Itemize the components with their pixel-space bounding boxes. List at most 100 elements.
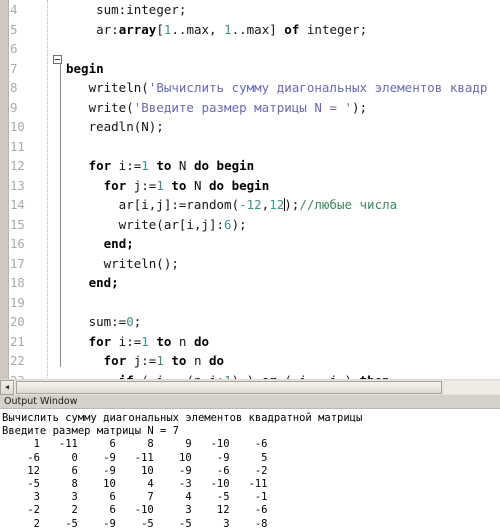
code-token-kw: to [156, 158, 172, 173]
output-matrix-row: -2 2 6 -10 3 12 -6 [2, 504, 268, 517]
code-line[interactable]: 12 for i:=1 to N do begin [0, 156, 500, 176]
code-token-num: 1 [156, 177, 164, 193]
code-line[interactable]: 6 [0, 39, 500, 59]
code-line[interactable]: 22 for j:=1 to n do [0, 351, 500, 371]
code-token-pl: sum: [66, 2, 127, 17]
output-matrix-row: 3 3 6 7 4 -5 -1 [2, 491, 268, 504]
code-text: write('Введите размер матрицы N = '); [66, 98, 367, 118]
output-prompt-line: Введите размер матрицы N = 7 [2, 425, 180, 438]
code-token-pl: sum:= [66, 314, 127, 329]
code-token-num: 1 [141, 333, 149, 349]
code-token-kw: to [156, 333, 172, 349]
code-line[interactable]: 8 writeln('Вычислить сумму диагональных … [0, 78, 500, 98]
output-window: Output Window Вычислить сумму диагональн… [0, 395, 500, 530]
code-token-kw: array [118, 21, 157, 37]
scrollbar-thumb[interactable] [16, 381, 442, 394]
code-token-pl: j:= [126, 177, 157, 193]
line-number: 15 [10, 216, 25, 232]
code-line[interactable]: 18 end; [0, 273, 500, 293]
code-line[interactable]: 9 write('Введите размер матрицы N = '); [0, 98, 500, 118]
output-matrix-row: 12 6 -9 10 -9 -6 -2 [2, 464, 268, 477]
line-number: 20 [10, 314, 25, 329]
code-text: for i:=1 to n do [66, 332, 209, 352]
line-number: 6 [10, 41, 18, 56]
code-token-pl: write(ar[i,j]: [66, 216, 225, 232]
code-token-kw: for [103, 177, 127, 193]
code-token-pl: i:= [111, 158, 142, 173]
code-token-kw: for [103, 353, 127, 368]
code-token-pl: N [171, 158, 194, 173]
code-lines-container: 4 sum:integer; 5 ar:array[1..max, 1..max]… [0, 0, 500, 380]
code-token-kw: end; [103, 236, 134, 251]
code-text: end; [66, 273, 119, 293]
code-token-pl: ..max] [231, 21, 285, 37]
line-number: 5 [10, 21, 18, 37]
code-text: ar[i,j]:=random(-12,12);//любые числа [66, 195, 398, 215]
line-number: 8 [10, 80, 18, 95]
code-token-num: 1 [141, 158, 149, 173]
code-token-pl: integer; [306, 21, 368, 37]
code-line[interactable]: 19 [0, 293, 500, 313]
line-number: 22 [10, 353, 25, 368]
output-console-text[interactable]: Вычислить сумму диагональных элементов к… [0, 410, 500, 530]
code-token-pl: ); [231, 216, 247, 232]
code-token-kw: to [171, 177, 187, 193]
line-number: 11 [10, 138, 25, 154]
code-line[interactable]: 7 begin [0, 59, 500, 79]
scroll-left-arrow-icon[interactable]: ◀ [0, 380, 14, 395]
code-line[interactable]: 16 end; [0, 234, 500, 254]
code-token-str: 'Введите размер матрицы N = ' [133, 99, 352, 115]
code-token-pl: n [186, 353, 210, 368]
code-token-com: //любые числа [299, 197, 398, 212]
code-token-pl: ; [133, 314, 142, 329]
code-token-num: 1 [156, 353, 164, 368]
code-token-pl: write( [66, 99, 134, 115]
code-token-pl: N [186, 177, 210, 193]
code-text: writeln('Вычислить сумму диагональных эл… [66, 78, 488, 98]
code-token-num: 1 [224, 21, 232, 37]
code-text: begin [66, 59, 104, 79]
code-line[interactable]: 14 ar[i,j]:=random(-12,12);//любые числа [0, 195, 500, 215]
output-matrix-row: 1 -11 6 8 9 -10 -6 [2, 438, 268, 451]
code-line[interactable]: 21 for i:=1 to n do [0, 332, 500, 352]
code-text: for j:=1 to N do begin [66, 176, 270, 196]
code-line[interactable]: 15 write(ar[i,j]:6); [0, 215, 500, 235]
code-token-pl: j:= [126, 353, 157, 368]
code-token-kw: for [88, 158, 112, 173]
line-number: 12 [10, 158, 25, 173]
code-text: readln(N); [66, 117, 164, 137]
code-text: ar:array[1..max, 1..max] of integer; [66, 20, 367, 40]
editor-horizontal-scrollbar[interactable]: ◀ [0, 379, 500, 395]
code-line[interactable]: 20 sum:=0; [0, 312, 500, 332]
line-number: 10 [10, 119, 25, 134]
code-text: end; [66, 234, 134, 254]
code-line[interactable]: 10 readln(N); [0, 117, 500, 137]
line-number: 18 [10, 275, 25, 290]
code-token-pl: [ [156, 21, 164, 37]
ide-window: 4 sum:integer; 5 ar:array[1..max, 1..max]… [0, 0, 500, 530]
code-token-pl: writeln(); [66, 255, 179, 271]
output-window-title: Output Window [4, 396, 78, 407]
code-editor[interactable]: 4 sum:integer; 5 ar:array[1..max, 1..max]… [0, 0, 500, 380]
code-token-str: 'Вычислить сумму диагональных элементов … [148, 80, 488, 95]
line-number: 14 [10, 197, 25, 212]
code-text: for j:=1 to n do [66, 351, 224, 371]
output-window-header[interactable]: Output Window [0, 395, 500, 409]
code-token-pl: integer; [126, 2, 187, 17]
code-line[interactable]: 4 sum:integer; [0, 0, 500, 20]
code-text: for i:=1 to N do begin [66, 156, 255, 176]
code-token-kw: do begin [193, 158, 255, 173]
output-matrix-row: -6 0 -9 -11 10 -9 5 [2, 451, 268, 464]
code-token-kw: begin [66, 60, 104, 76]
scrollbar-track[interactable] [444, 381, 500, 394]
code-line[interactable]: 11 [0, 137, 500, 157]
code-line[interactable]: 13 for j:=1 to N do begin [0, 176, 500, 196]
line-number: 16 [10, 236, 25, 251]
line-number: 13 [10, 177, 25, 193]
code-token-kw: to [171, 353, 187, 368]
code-line[interactable]: 5 ar:array[1..max, 1..max] of integer; [0, 20, 500, 40]
code-line[interactable]: 17 writeln(); [0, 254, 500, 274]
